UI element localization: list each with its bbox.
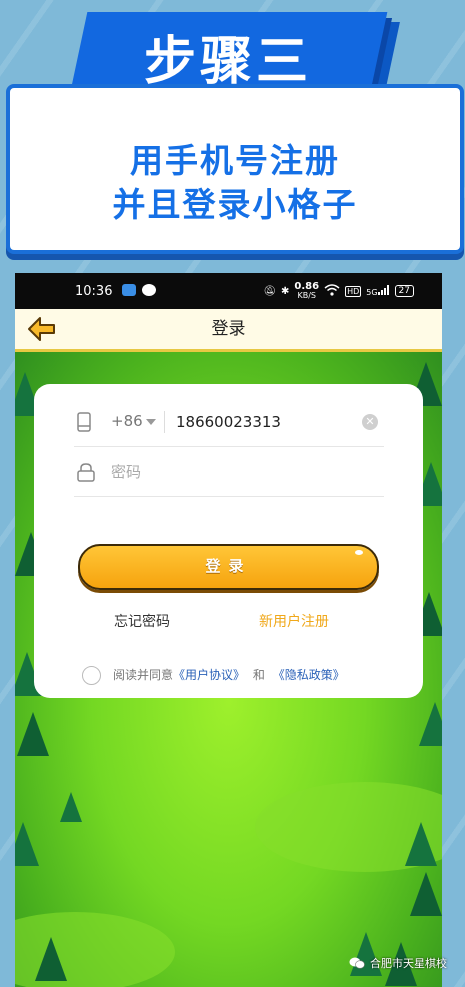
tree bbox=[60, 792, 82, 822]
hd-badge: HD bbox=[345, 285, 362, 297]
agreement-checkbox[interactable] bbox=[82, 666, 101, 685]
phone-row: +86 ✕ bbox=[74, 398, 384, 447]
country-code-select[interactable]: +86 bbox=[111, 412, 143, 430]
register-link[interactable]: 新用户注册 bbox=[259, 611, 329, 631]
notification-app-icon-2 bbox=[142, 284, 156, 296]
chevron-down-icon[interactable] bbox=[146, 419, 156, 425]
phone-input[interactable] bbox=[176, 410, 346, 434]
privacy-policy-link[interactable]: 《隐私政策》 bbox=[273, 668, 345, 682]
tree bbox=[405, 822, 437, 866]
signal-icon: 5G bbox=[366, 285, 389, 297]
back-arrow-icon bbox=[28, 317, 55, 341]
status-bar: 10:36 🔕︎ ✱ 0.86 KB/S HD 5G 27 bbox=[15, 273, 442, 309]
watermark: 合肥市天星棋校 bbox=[349, 955, 447, 971]
agreement-row: 阅读并同意《用户协议》 和 《隐私政策》 bbox=[82, 666, 345, 685]
battery-icon: 27 bbox=[394, 285, 414, 297]
tree bbox=[15, 822, 39, 866]
button-highlight bbox=[355, 550, 363, 555]
password-row bbox=[74, 448, 384, 497]
phone-icon bbox=[77, 412, 91, 432]
back-button[interactable] bbox=[27, 316, 57, 342]
mute-icon: 🔕︎ bbox=[263, 285, 276, 297]
bluetooth-icon: ✱ bbox=[280, 285, 290, 297]
tree bbox=[35, 937, 67, 981]
login-button[interactable]: 登录 bbox=[78, 544, 379, 590]
status-time: 10:36 bbox=[75, 284, 113, 299]
password-input[interactable] bbox=[111, 460, 351, 484]
page-title: 登录 bbox=[211, 319, 246, 339]
login-button-label: 登录 bbox=[205, 557, 252, 575]
divider bbox=[164, 411, 165, 433]
instruction-line-1: 用手机号注册 bbox=[130, 141, 340, 180]
forgot-password-link[interactable]: 忘记密码 bbox=[114, 611, 170, 631]
login-card: +86 ✕ 登录 忘记密码 新用户注册 阅读并同意《用户协议》 和 《隐私政策》 bbox=[34, 384, 423, 698]
instruction-line-2: 并且登录小格子 bbox=[112, 185, 358, 224]
tree bbox=[17, 712, 49, 756]
notification-app-icon bbox=[122, 284, 136, 296]
tree bbox=[419, 702, 442, 746]
clear-input-icon[interactable]: ✕ bbox=[362, 414, 378, 430]
tree bbox=[410, 872, 442, 916]
and-text: 和 bbox=[252, 668, 265, 682]
network-speed: 0.86 KB/S bbox=[294, 281, 320, 301]
phone-screen: 10:36 🔕︎ ✱ 0.86 KB/S HD 5G 27 登录 +86 186… bbox=[15, 273, 442, 987]
agreement-text: 阅读并同意 bbox=[113, 668, 174, 682]
app-header: 登录 bbox=[15, 309, 442, 352]
watermark-text: 合肥市天星棋校 bbox=[370, 957, 447, 970]
wifi-icon bbox=[324, 283, 340, 299]
user-agreement-link[interactable]: 《用户协议》 bbox=[173, 668, 245, 682]
status-icons: 🔕︎ ✱ 0.86 KB/S HD 5G 27 bbox=[263, 282, 414, 300]
wechat-icon bbox=[349, 957, 365, 969]
lock-icon bbox=[77, 463, 95, 482]
instruction-card: 用手机号注册 并且登录小格子 bbox=[6, 84, 464, 254]
